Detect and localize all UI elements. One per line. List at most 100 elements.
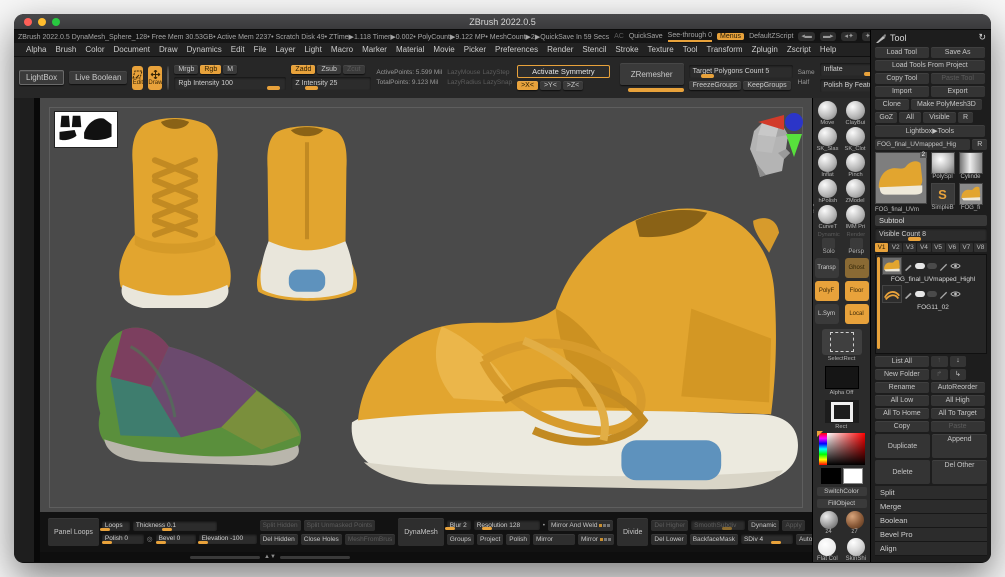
visibility-pill-on[interactable] bbox=[915, 263, 925, 269]
tool-panel-button[interactable]: Export bbox=[930, 86, 985, 97]
left-tray-divider[interactable] bbox=[14, 98, 40, 562]
brush-button[interactable]: ZModel bbox=[843, 179, 869, 204]
tool-panel-button[interactable]: Make PolyMesh3D bbox=[910, 99, 983, 110]
tool-panel-button[interactable]: Load Tool bbox=[875, 47, 929, 58]
active-tool-name[interactable]: FOG_final_UVmapped_Hig bbox=[875, 139, 971, 150]
secondary-color-swatch[interactable] bbox=[842, 467, 863, 484]
brush-button[interactable]: ClayBui bbox=[843, 101, 869, 126]
tool-section-header[interactable]: Split bbox=[875, 486, 987, 500]
flat-color-material-icon[interactable] bbox=[818, 537, 837, 556]
brush-button[interactable]: Move bbox=[815, 101, 841, 126]
sculpt-mode-button[interactable]: Zadd bbox=[291, 65, 316, 74]
same-button[interactable]: Same bbox=[798, 69, 815, 76]
menu-item[interactable]: Document bbox=[114, 45, 150, 54]
active-tool-thumbnail[interactable]: 2 bbox=[875, 152, 927, 204]
polish-button[interactable]: Polish bbox=[506, 533, 530, 545]
menu-item[interactable]: Preferences bbox=[495, 45, 538, 54]
material-z7-icon[interactable] bbox=[845, 510, 864, 529]
menu-item[interactable]: Light bbox=[304, 45, 321, 54]
brush-stroke-button[interactable] bbox=[167, 65, 170, 90]
split-hidden-button[interactable]: Split Hidden bbox=[259, 519, 301, 531]
material-z4-icon[interactable] bbox=[819, 510, 838, 529]
menu-item[interactable]: Layer bbox=[275, 45, 295, 54]
resolution-dot[interactable]: • bbox=[543, 522, 545, 529]
visibility-pill-on[interactable] bbox=[915, 291, 925, 297]
menus-button[interactable]: Menus bbox=[717, 33, 745, 40]
ac-toggle[interactable]: AC bbox=[614, 33, 624, 40]
dynamic-button[interactable]: Dynamic bbox=[748, 519, 780, 531]
subtool-version-tab[interactable]: V1 bbox=[875, 243, 889, 252]
tool-panel-button[interactable]: R bbox=[958, 112, 973, 123]
tool-panel-button[interactable]: Lightbox▶Tools bbox=[875, 125, 985, 137]
menu-item[interactable]: Render bbox=[547, 45, 573, 54]
saturation-square[interactable] bbox=[826, 433, 865, 465]
menu-item[interactable]: Marker bbox=[362, 45, 387, 54]
del-other-button[interactable]: Del Other bbox=[932, 460, 987, 484]
tool-panel-button[interactable]: Copy Tool bbox=[875, 73, 929, 84]
lightbox-button[interactable]: LightBox bbox=[19, 70, 65, 85]
del-higher-button[interactable]: Del Higher bbox=[651, 519, 689, 531]
edit-button[interactable]: Edit bbox=[132, 65, 144, 90]
inflate-slider[interactable]: Inflate bbox=[819, 63, 870, 76]
lazy-radius-toggle[interactable]: LazyRadius bbox=[447, 79, 481, 86]
blur-slider[interactable]: Blur 2 bbox=[445, 520, 471, 530]
lazy-snap-toggle[interactable]: LazySnap bbox=[483, 79, 512, 86]
resolution-slider[interactable]: Resolution 128 bbox=[473, 520, 540, 530]
tool-panel-button[interactable]: Load Tools From Project bbox=[875, 60, 985, 71]
menu-item[interactable]: Transform bbox=[706, 45, 742, 54]
activate-symmetry-button[interactable]: Activate Symmetry bbox=[517, 65, 610, 78]
brush-button[interactable]: IMM Pri bbox=[843, 205, 869, 230]
tool-section-header[interactable]: Boolean bbox=[875, 514, 987, 528]
del-lower-button[interactable]: Del Lower bbox=[651, 533, 687, 545]
zremesher-button[interactable]: ZRemesher bbox=[619, 63, 684, 85]
maximize-button[interactable] bbox=[52, 17, 60, 26]
brush-button[interactable]: SK_Clot bbox=[843, 127, 869, 152]
local-symmetry-toggle[interactable]: L.Sym bbox=[814, 304, 839, 324]
eye-icon[interactable] bbox=[950, 262, 961, 270]
tool-section-header[interactable]: Merge bbox=[875, 500, 987, 514]
select-rect-button[interactable] bbox=[821, 329, 862, 355]
subtool-version-tab[interactable]: V8 bbox=[973, 243, 987, 252]
fold-out-button[interactable]: ↳ bbox=[949, 369, 967, 380]
divide-button[interactable]: Divide bbox=[616, 518, 649, 546]
subtool-item[interactable]: FOG_final_UVmapped_Highl bbox=[882, 257, 984, 284]
lazy-mouse-toggle[interactable]: LazyMouse bbox=[447, 69, 480, 76]
fold-in-button[interactable]: ↱ bbox=[930, 369, 948, 380]
shelf-divider-handle[interactable]: › ‹ bbox=[813, 202, 814, 215]
transp-toggle[interactable]: Transp bbox=[814, 258, 839, 278]
mirror-axis-toggles[interactable] bbox=[599, 537, 611, 541]
lazy-step-toggle[interactable]: LazyStep bbox=[482, 69, 509, 76]
menu-item[interactable]: Movie bbox=[433, 45, 454, 54]
sdiv-slider[interactable]: SDiv 4 bbox=[740, 534, 793, 544]
elevation-slider[interactable]: Elevation -100 bbox=[198, 533, 257, 544]
brush-button[interactable]: SK_Slas bbox=[815, 127, 841, 152]
titlebar[interactable]: ZBrush 2022.0.5 bbox=[14, 14, 991, 30]
alpha-slot[interactable] bbox=[824, 365, 859, 390]
draw-button[interactable]: Draw bbox=[148, 65, 163, 90]
brush-hand-right-icon[interactable]: ✦▸ bbox=[861, 32, 870, 41]
groups-button[interactable]: Groups bbox=[446, 533, 475, 545]
tool-panel-button[interactable]: Save As bbox=[930, 47, 985, 58]
reference-thumbnail-board[interactable] bbox=[54, 111, 118, 148]
persp-icon[interactable] bbox=[849, 238, 863, 249]
tool-slot-simplebrush[interactable]: S SimpleB bbox=[929, 183, 956, 213]
brush-hand-left-icon[interactable]: ◂✦ bbox=[841, 32, 857, 41]
mesh-from-brush-button[interactable]: MeshFromBrus bbox=[344, 533, 396, 545]
floor-toggle[interactable]: Floor bbox=[844, 281, 869, 301]
refresh-icon[interactable]: ↻ bbox=[978, 32, 986, 43]
subtool-manage-button[interactable]: Copy bbox=[875, 421, 929, 432]
mirror-button-1[interactable]: Mirror bbox=[533, 533, 575, 545]
project-button[interactable]: Project bbox=[477, 533, 504, 545]
menu-item[interactable]: Tool bbox=[683, 45, 698, 54]
mirror-and-weld-button[interactable]: Mirror And Weld bbox=[548, 519, 614, 531]
color-mode-button[interactable]: Mrgb bbox=[174, 65, 199, 74]
menu-item[interactable]: Picker bbox=[464, 45, 486, 54]
menu-item[interactable]: Zplugin bbox=[752, 45, 778, 54]
polish-by-features-slider[interactable]: Polish By Features bbox=[819, 79, 870, 92]
mirror-weld-axis-toggles[interactable] bbox=[599, 523, 611, 527]
subtool-version-tab[interactable]: V7 bbox=[959, 243, 973, 252]
menu-item[interactable]: Brush bbox=[55, 45, 76, 54]
menu-item[interactable]: Zscript bbox=[787, 45, 811, 54]
render-toggle-label[interactable]: Render bbox=[847, 232, 866, 238]
subtool-version-tab[interactable]: V2 bbox=[889, 243, 903, 252]
